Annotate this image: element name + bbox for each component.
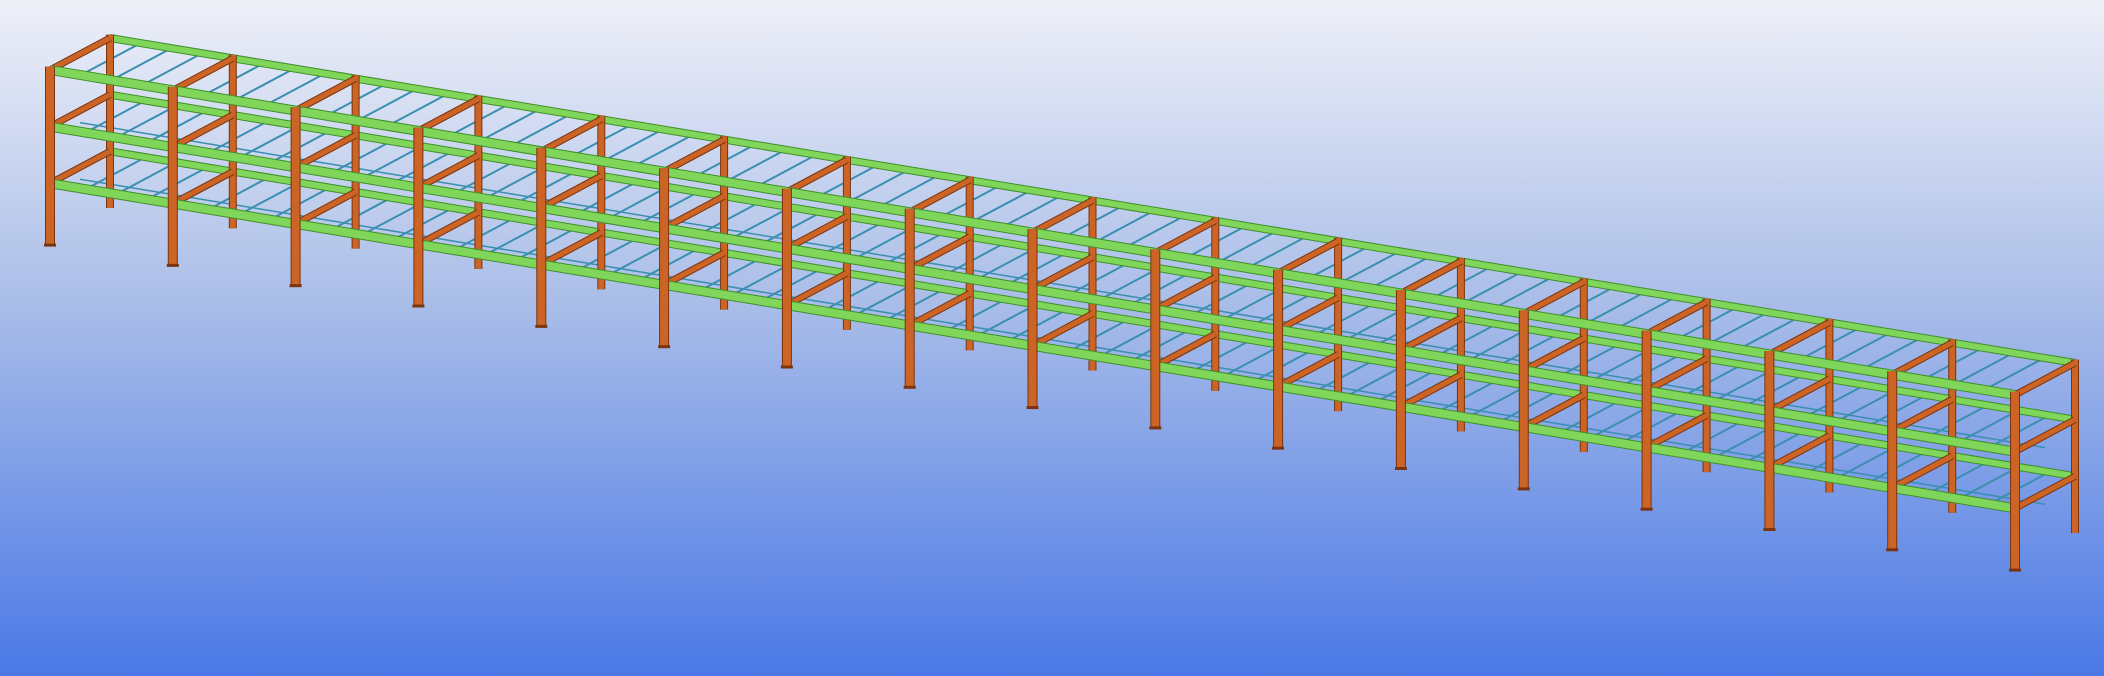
3d-model-viewport[interactable] (0, 0, 2104, 676)
steel-frame-model[interactable] (0, 0, 2104, 676)
